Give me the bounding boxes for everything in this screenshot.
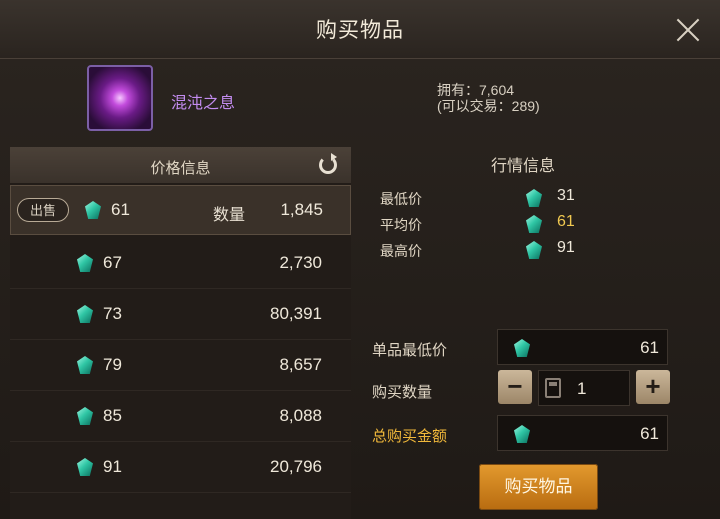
row-price: 79 [103,355,122,374]
price-row[interactable]: 91 20,796 [10,441,351,493]
row-quantity: 80,391 [270,304,322,323]
total-price-value: 61 [640,424,659,443]
title-bar: 购买物品 [0,0,720,59]
quantity-value: 1 [577,379,587,398]
price-row[interactable]: 67 2,730 [10,237,351,289]
increase-quantity-button[interactable]: + [636,370,670,404]
market-info-title: 行情信息 [490,158,555,175]
row-price: 73 [103,304,122,323]
price-row[interactable]: 出售 61 数量 1,845 [10,185,351,235]
row-price: 61 [111,200,130,219]
max-price-value: 91 [557,239,575,256]
owned-info: 拥有：7,604 (可以交易：289) [437,82,540,114]
gem-icon [77,305,93,323]
decrease-quantity-button[interactable]: − [498,370,532,404]
quantity-input[interactable]: 1 [538,370,630,406]
total-price-label: 总购买金额 [372,428,448,445]
row-quantity: 8,657 [279,355,322,374]
market-avg-row: 平均价 61 [376,211,676,235]
min-price-value: 31 [557,187,575,204]
price-info-panel: 价格信息 出售 61 数量 1,845 67 2,730 73 80,391 7… [10,147,351,519]
price-row[interactable]: 85 8,088 [10,390,351,442]
row-price: 85 [103,406,122,425]
avg-price-value: 61 [557,213,575,230]
owned-count: 拥有：7,604 [437,82,515,98]
gem-icon [77,407,93,425]
refresh-icon[interactable] [319,153,337,174]
min-price-label: 最低价 [380,191,422,207]
market-max-row: 最高价 91 [376,237,676,261]
gem-icon [77,254,93,272]
price-row[interactable]: 73 80,391 [10,288,351,340]
price-row[interactable]: 79 8,657 [10,339,351,391]
unit-min-price-label: 单品最低价 [372,342,448,359]
gem-icon [85,201,101,219]
gem-icon [526,215,542,233]
gem-icon [526,241,542,259]
row-quantity: 2,730 [279,253,322,272]
gem-icon [526,189,542,207]
purchase-window: 购买物品 混沌之息 拥有：7,604 (可以交易：289) 价格信息 出售 61… [0,0,720,519]
row-quantity: 20,796 [270,457,322,476]
calculator-icon[interactable] [545,378,561,398]
price-info-title: 价格信息 [150,160,211,177]
row-quantity: 1,845 [280,200,323,219]
close-icon[interactable] [672,14,704,46]
gem-icon [77,458,93,476]
gem-icon [514,339,530,357]
avg-price-label: 平均价 [380,217,422,233]
market-min-row: 最低价 31 [376,185,676,209]
buy-item-button[interactable]: 购买物品 [479,464,598,510]
price-info-header: 价格信息 [10,147,351,183]
quantity-label: 购买数量 [372,384,433,401]
max-price-label: 最高价 [380,243,422,259]
tradable-count: (可以交易：289) [437,98,540,114]
row-price: 91 [103,457,122,476]
unit-min-price-field: 61 [497,329,668,365]
item-icon [87,65,153,131]
gem-icon [514,425,530,443]
gem-icon [77,356,93,374]
row-price: 67 [103,253,122,272]
window-title: 购买物品 [316,19,404,42]
market-info: 最低价 31 平均价 61 最高价 91 [376,185,676,271]
unit-min-price-value: 61 [640,338,659,357]
sell-button[interactable]: 出售 [17,198,69,222]
row-quantity: 8,088 [279,406,322,425]
total-price-field: 61 [497,415,668,451]
item-name: 混沌之息 [171,95,236,112]
